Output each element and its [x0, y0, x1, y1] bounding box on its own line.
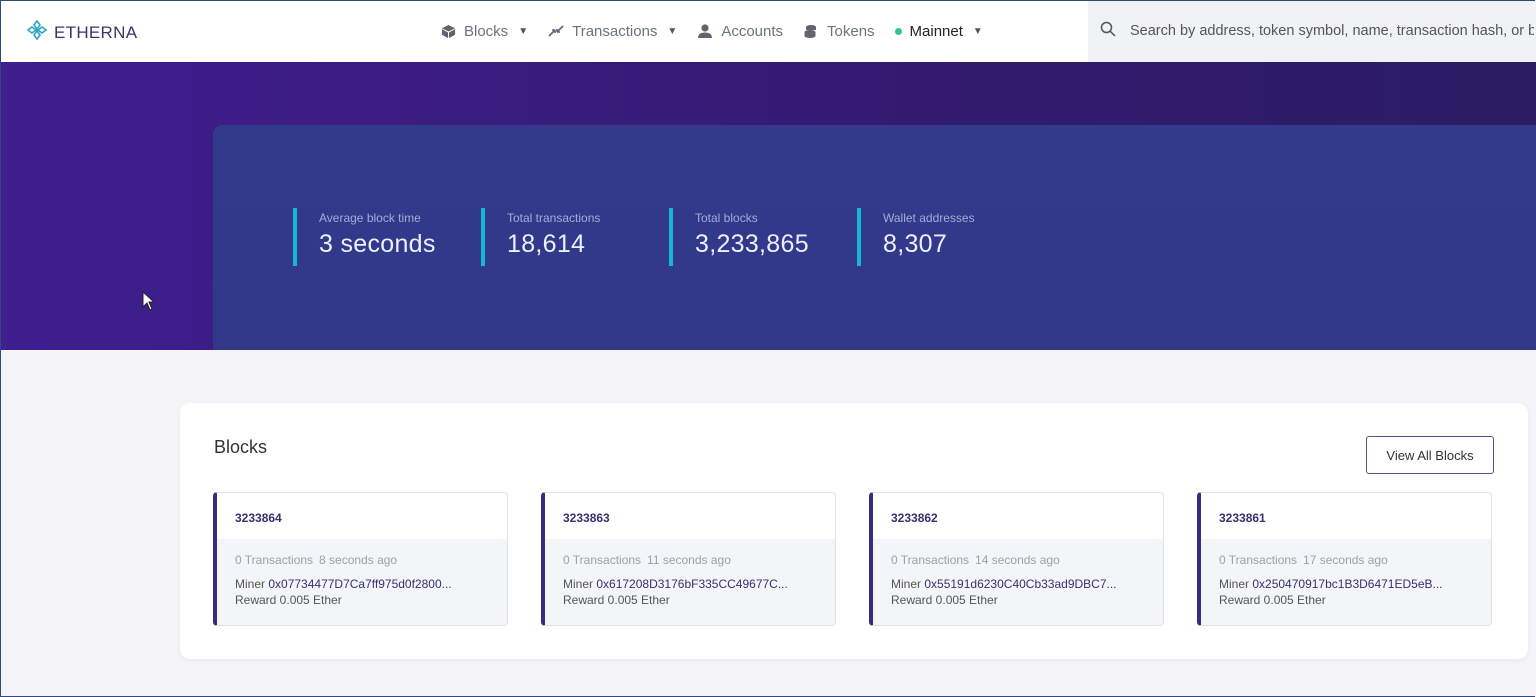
block-tx-count: 0 Transactions	[891, 553, 970, 567]
blocks-title: Blocks	[214, 437, 268, 457]
block-number-link[interactable]: 3233862	[891, 511, 938, 525]
navbar: ETHERNA Blocks ▼ Transactions ▼ Accounts	[0, 0, 1536, 63]
block-meta: 0 Transactions 14 seconds ago	[891, 553, 1060, 567]
block-age: 11 seconds ago	[647, 553, 731, 567]
stat-label: Total transactions	[507, 211, 601, 225]
network-selector[interactable]: Mainnet ▼	[894, 22, 983, 40]
block-details: 0 Transactions 8 seconds ago Miner 0x0773…	[217, 539, 507, 625]
miner-address-link[interactable]: 0x55191d6230C40Cb33ad9DBC7...	[924, 577, 1116, 591]
search-input[interactable]	[1128, 22, 1536, 40]
block-details: 0 Transactions 14 seconds ago Miner 0x551…	[873, 539, 1163, 625]
search-bar	[1088, 0, 1536, 62]
nav-blocks[interactable]: Blocks ▼	[441, 23, 528, 40]
block-tile[interactable]: 3233862 0 Transactions 14 seconds ago Min…	[869, 492, 1164, 626]
block-reward: Reward 0.005 Ether	[563, 593, 670, 607]
miner-address-link[interactable]: 0x07734477D7Ca7ff975d0f2800...	[268, 577, 451, 591]
block-tile[interactable]: 3233864 0 Transactions 8 seconds ago Mine…	[213, 492, 508, 626]
user-icon	[697, 23, 713, 39]
block-age: 8 seconds ago	[319, 553, 398, 567]
block-meta: 0 Transactions 8 seconds ago	[235, 553, 397, 567]
stat-label: Wallet addresses	[883, 211, 975, 225]
block-reward: Reward 0.005 Ether	[1219, 593, 1326, 607]
dark-mode-toggle[interactable]	[1001, 21, 1015, 42]
block-tile[interactable]: 3233861 0 Transactions 17 seconds ago Min…	[1197, 492, 1492, 626]
block-reward: Reward 0.005 Ether	[891, 593, 998, 607]
network-status-dot-icon	[894, 27, 902, 35]
nav-transactions[interactable]: Transactions ▼	[548, 23, 677, 40]
stats-panel: Average block time 3 seconds Total trans…	[213, 125, 1536, 350]
block-tx-count: 0 Transactions	[1219, 553, 1298, 567]
stat-value: 18,614	[507, 230, 586, 258]
block-tile[interactable]: 3233863 0 Transactions 11 seconds ago Min…	[541, 492, 836, 626]
chevron-down-icon: ▼	[667, 25, 678, 37]
stat-label: Average block time	[319, 211, 421, 225]
nav-tokens-label: Tokens	[827, 22, 875, 40]
block-number-link[interactable]: 3233861	[1219, 511, 1266, 525]
stat-label: Total blocks	[695, 211, 758, 225]
nav-blocks-label: Blocks	[464, 22, 509, 40]
block-meta: 0 Transactions 17 seconds ago	[1219, 553, 1388, 567]
brand-logo[interactable]: ETHERNA	[26, 19, 137, 46]
block-miner: Miner 0x250470917bc1B3D6471ED5eB...	[1219, 577, 1489, 591]
network-label: Mainnet	[909, 22, 963, 40]
nav-tokens[interactable]: Tokens	[803, 23, 875, 40]
block-details: 0 Transactions 17 seconds ago Miner 0x250…	[1201, 539, 1491, 625]
stat-total-transactions: Total transactions 18,614	[481, 208, 600, 266]
stat-average-block-time: Average block time 3 seconds	[293, 208, 436, 266]
miner-label: Miner	[891, 577, 922, 591]
block-miner: Miner 0x55191d6230C40Cb33ad9DBC7...	[891, 577, 1161, 591]
blocks-card: Blocks View All Blocks 3233864 0 Transac…	[180, 403, 1528, 659]
stat-total-blocks: Total blocks 3,233,865	[669, 208, 809, 266]
block-tx-count: 0 Transactions	[563, 553, 642, 567]
nav-accounts-label: Accounts	[721, 22, 784, 40]
coins-icon	[803, 23, 819, 39]
stat-value: 3 seconds	[319, 230, 436, 258]
moon-icon	[1001, 21, 1015, 41]
nav-accounts[interactable]: Accounts	[697, 23, 783, 40]
miner-label: Miner	[1219, 577, 1250, 591]
block-number-link[interactable]: 3233864	[235, 511, 282, 525]
block-miner: Miner 0x07734477D7Ca7ff975d0f2800...	[235, 577, 505, 591]
chevron-down-icon: ▼	[972, 25, 983, 37]
logo-icon	[26, 19, 48, 46]
main-nav: Blocks ▼ Transactions ▼ Accounts Tokens …	[441, 0, 1029, 62]
cube-icon	[441, 24, 456, 39]
stat-wallet-addresses: Wallet addresses 8,307	[857, 208, 975, 266]
miner-address-link[interactable]: 0x617208D3176bF335CC49677C...	[596, 577, 787, 591]
search-icon	[1100, 21, 1116, 42]
block-tx-count: 0 Transactions	[235, 553, 314, 567]
chevron-down-icon: ▼	[518, 25, 529, 37]
block-number-link[interactable]: 3233863	[563, 511, 610, 525]
miner-address-link[interactable]: 0x250470917bc1B3D6471ED5eB...	[1252, 577, 1442, 591]
stat-value: 3,233,865	[695, 230, 809, 258]
mouse-pointer-icon	[142, 290, 156, 316]
exchange-arrows-icon	[548, 24, 564, 38]
block-age: 17 seconds ago	[1303, 553, 1388, 567]
stat-value: 8,307	[883, 230, 948, 258]
block-reward: Reward 0.005 Ether	[235, 593, 342, 607]
miner-label: Miner	[235, 577, 266, 591]
block-miner: Miner 0x617208D3176bF335CC49677C...	[563, 577, 833, 591]
miner-label: Miner	[563, 577, 594, 591]
block-details: 0 Transactions 11 seconds ago Miner 0x617…	[545, 539, 835, 625]
nav-transactions-label: Transactions	[572, 22, 658, 40]
brand-name: ETHERNA	[54, 22, 138, 42]
view-all-blocks-button[interactable]: View All Blocks	[1366, 436, 1494, 474]
block-meta: 0 Transactions 11 seconds ago	[563, 553, 731, 567]
block-age: 14 seconds ago	[975, 553, 1060, 567]
